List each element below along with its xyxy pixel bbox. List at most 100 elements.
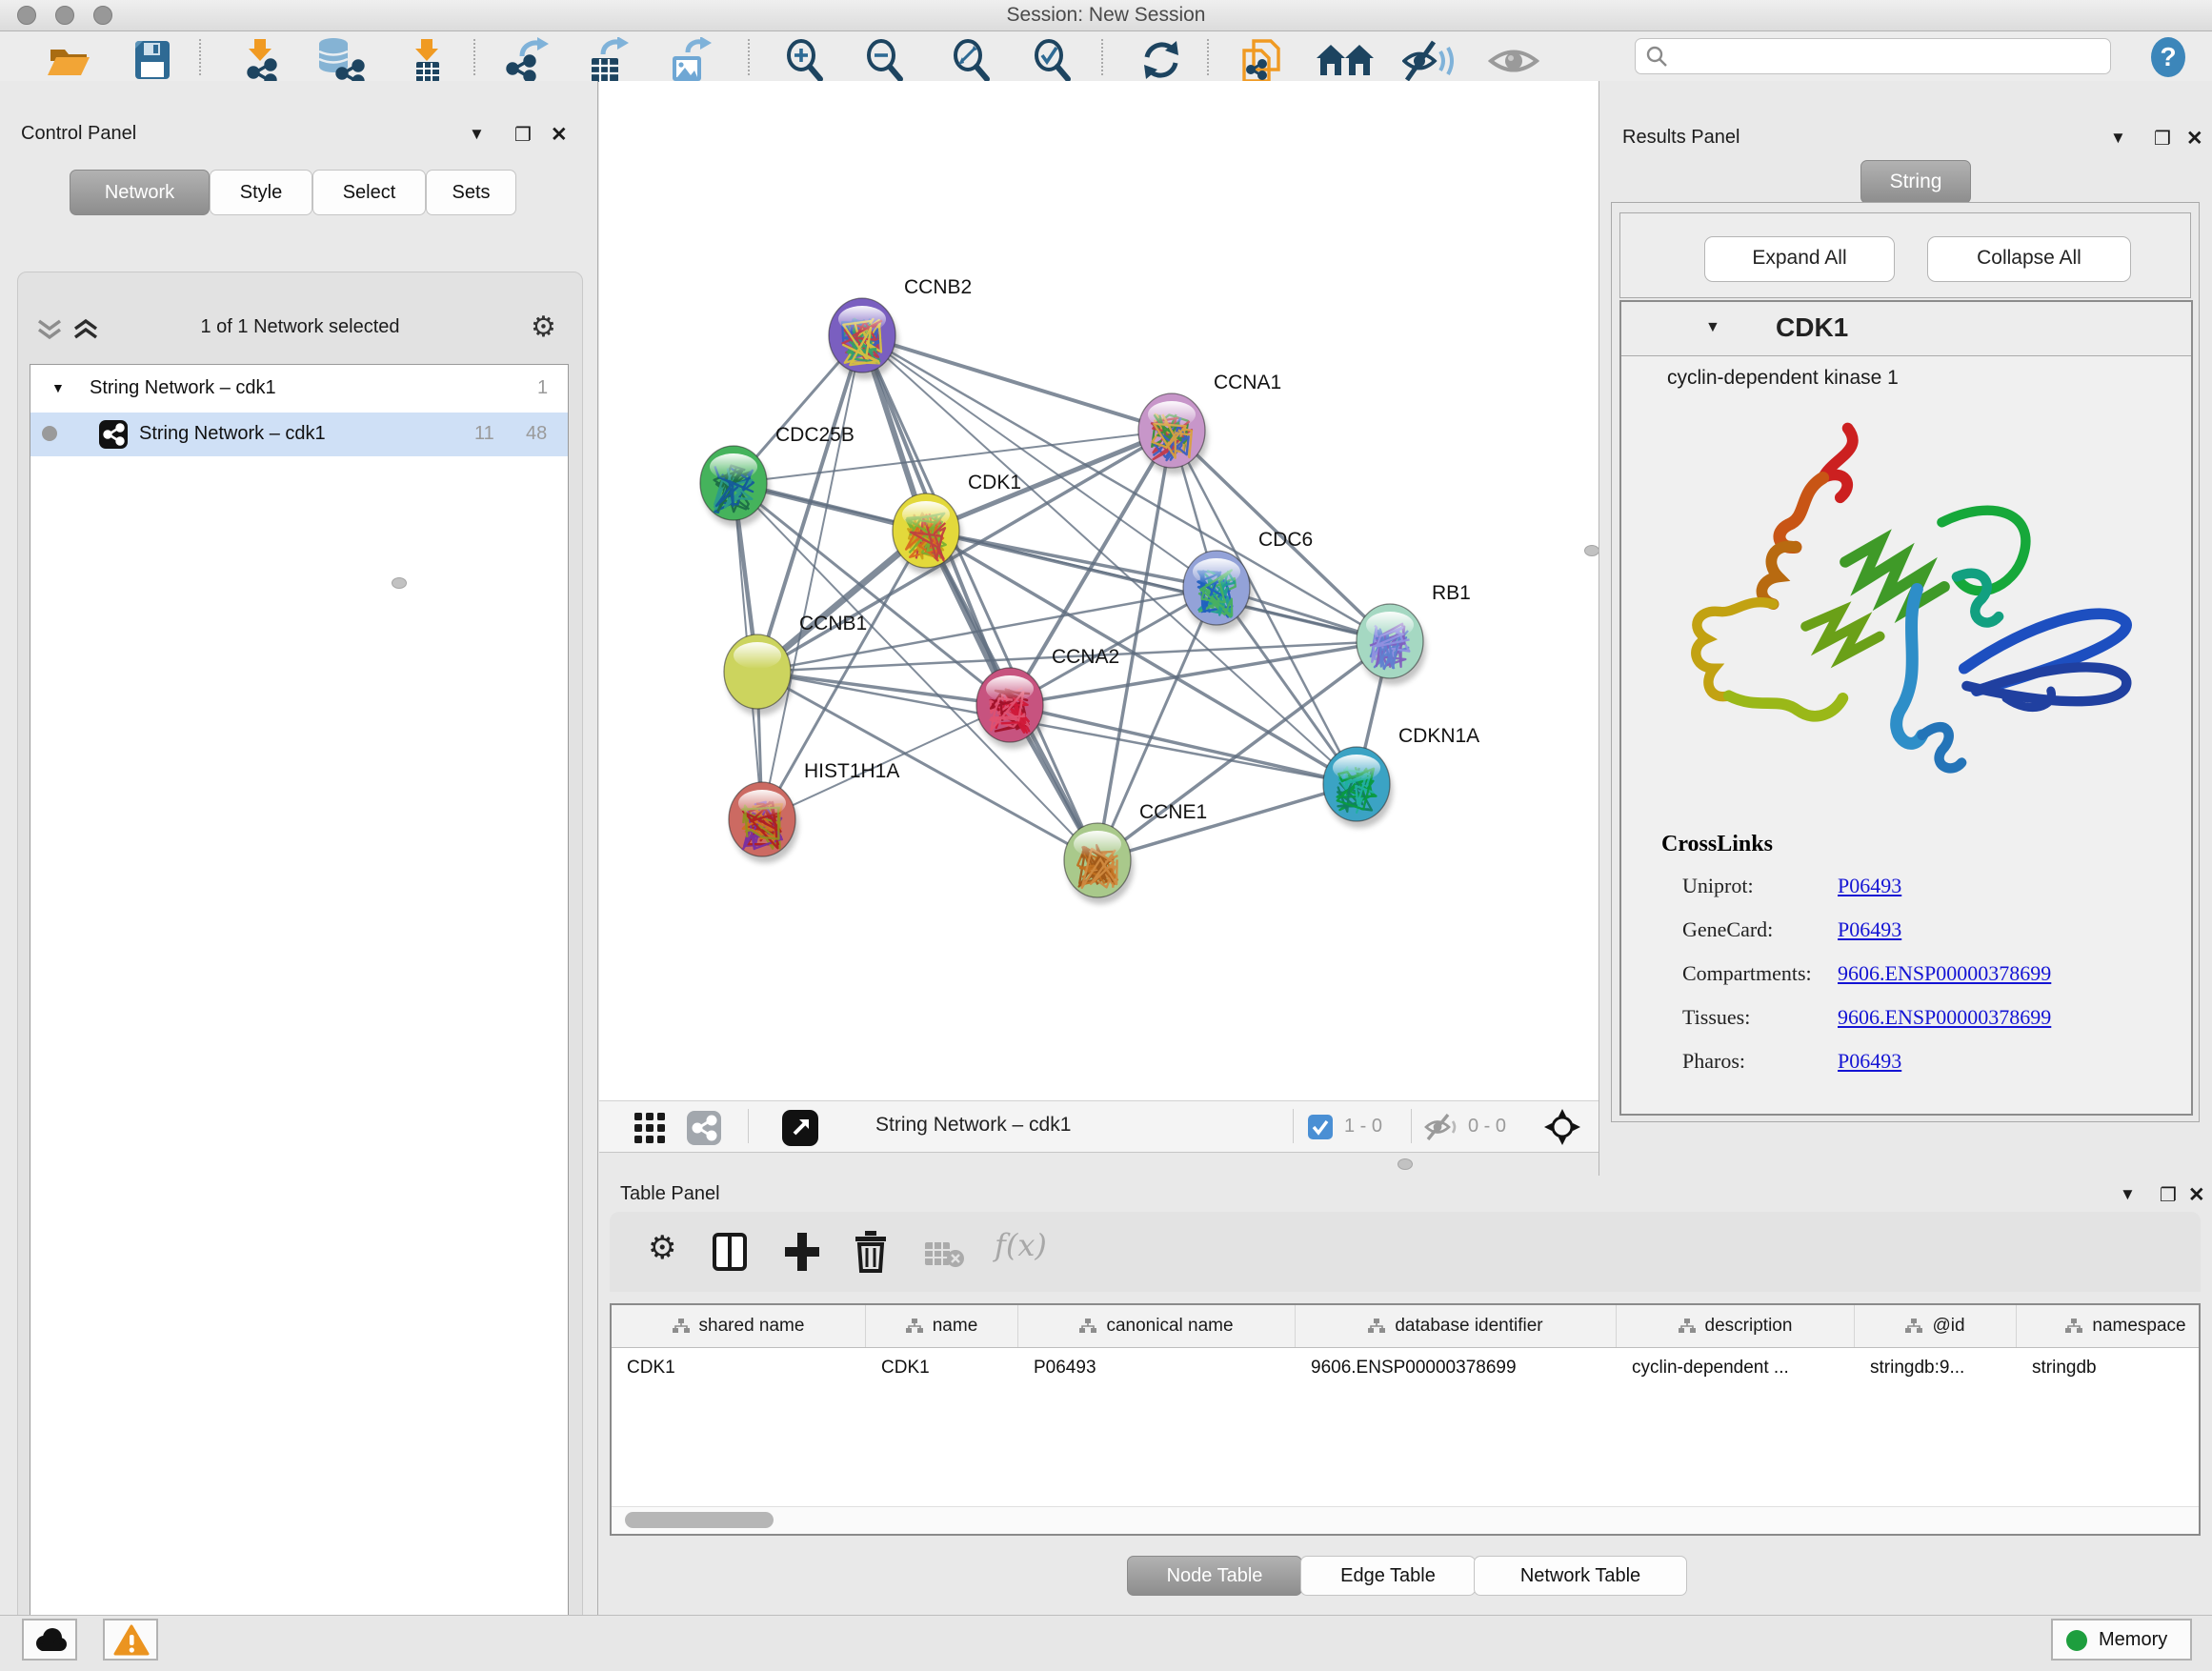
column-header[interactable]: description: [1617, 1305, 1855, 1347]
zoom-selected-icon[interactable]: [1029, 37, 1076, 85]
fit-selected-crosshair-icon[interactable]: [1544, 1109, 1580, 1145]
table-row[interactable]: CDK1 CDK1 P06493 9606.ENSP00000378699 cy…: [612, 1348, 2199, 1388]
column-header[interactable]: canonical name: [1018, 1305, 1296, 1347]
tab-network-table[interactable]: Network Table: [1474, 1556, 1687, 1596]
export-image-icon[interactable]: [665, 37, 714, 83]
network-node-RB1[interactable]: RB1: [1357, 582, 1471, 685]
node-table[interactable]: shared name name canonical name database…: [610, 1303, 2201, 1536]
network-node-CDKN1A[interactable]: CDKN1A: [1323, 725, 1479, 828]
table-panel: Table Panel ▼ ❐ ✕ ⚙: [599, 1176, 2212, 1615]
function-builder-icon[interactable]: f(x): [995, 1227, 1047, 1263]
network-share-icon[interactable]: [687, 1111, 721, 1145]
network-node-CDC25B[interactable]: CDC25B: [700, 424, 855, 527]
crosslinks-title: CrossLinks: [1661, 832, 1773, 857]
crosslink-row: Tissues: 9606.ENSP00000378699: [1682, 1005, 2178, 1049]
crosslink-value[interactable]: 9606.ENSP00000378699: [1838, 1005, 2051, 1030]
network-canvas[interactable]: CCNB2CCNA1CDC25BCDK1CDC6RB1CCNB1CCNA2CDK…: [599, 81, 1599, 1100]
network-node-CCNE1[interactable]: CCNE1: [1064, 801, 1207, 904]
panel-collapse-icon[interactable]: ▼: [469, 125, 485, 144]
panel-close-icon[interactable]: ✕: [551, 123, 568, 147]
panel-float-icon[interactable]: ❐: [514, 123, 532, 147]
tab-sets[interactable]: Sets: [426, 170, 516, 215]
tab-select[interactable]: Select: [312, 170, 426, 215]
open-in-new-window-icon[interactable]: [782, 1110, 818, 1146]
search-box[interactable]: [1635, 38, 2111, 74]
home-icon[interactable]: [1315, 37, 1377, 85]
memory-button[interactable]: Memory: [2051, 1619, 2192, 1661]
crosslink-value[interactable]: 9606.ENSP00000378699: [1838, 961, 2051, 986]
protein-header[interactable]: ▼ CDK1: [1621, 302, 2191, 356]
cloud-tasks-button[interactable]: [22, 1619, 77, 1661]
protein-collapse-icon[interactable]: ▼: [1705, 319, 1720, 336]
cell-id[interactable]: stringdb:9...: [1855, 1358, 2017, 1379]
zoom-fit-content-icon[interactable]: [948, 37, 995, 85]
expand-all-button[interactable]: Expand All: [1704, 236, 1895, 282]
splitter-handle[interactable]: [392, 577, 407, 589]
clear-table-icon[interactable]: [924, 1238, 966, 1269]
tab-string[interactable]: String: [1860, 160, 1971, 204]
hide-selected-icon[interactable]: [1402, 37, 1458, 85]
panel-float-icon[interactable]: ❐: [2154, 127, 2171, 151]
splitter-handle[interactable]: [1398, 1158, 1413, 1170]
cell-database-identifier[interactable]: 9606.ENSP00000378699: [1296, 1358, 1617, 1379]
network-node-CCNA1[interactable]: CCNA1: [1138, 372, 1281, 474]
crosslink-value[interactable]: P06493: [1838, 874, 1901, 898]
table-settings-gear-icon[interactable]: ⚙: [648, 1229, 676, 1267]
create-column-plus-icon[interactable]: [783, 1231, 821, 1273]
panel-float-icon[interactable]: ❐: [2160, 1183, 2177, 1207]
protein-description: cyclin-dependent kinase 1: [1667, 367, 1899, 390]
tab-network[interactable]: Network: [70, 170, 210, 215]
column-header[interactable]: @id: [1855, 1305, 2017, 1347]
network-options-gear-icon[interactable]: ⚙: [531, 311, 556, 344]
tab-node-table[interactable]: Node Table: [1127, 1556, 1302, 1596]
tab-style[interactable]: Style: [210, 170, 312, 215]
network-collection-row[interactable]: ▼ String Network – cdk1 1: [30, 369, 568, 413]
cell-shared-name[interactable]: CDK1: [612, 1358, 866, 1379]
splitter-handle[interactable]: [1584, 545, 1599, 556]
zoom-out-icon[interactable]: [861, 37, 909, 85]
panel-close-icon[interactable]: ✕: [2188, 1183, 2205, 1207]
refresh-icon[interactable]: [1137, 37, 1185, 85]
crosslink-value[interactable]: P06493: [1838, 1049, 1901, 1074]
import-network-icon[interactable]: [235, 37, 285, 83]
copy-network-icon[interactable]: [1238, 37, 1290, 85]
collapse-all-button[interactable]: Collapse All: [1927, 236, 2131, 282]
import-table-icon[interactable]: [402, 37, 452, 83]
string-network-graph[interactable]: CCNB2CCNA1CDC25BCDK1CDC6RB1CCNB1CCNA2CDK…: [599, 81, 1599, 1100]
column-header[interactable]: database identifier: [1296, 1305, 1617, 1347]
network-node-CDC6[interactable]: CDC6: [1183, 529, 1313, 632]
column-type-icon: [2065, 1319, 2082, 1334]
open-file-icon[interactable]: [44, 37, 93, 81]
table-horizontal-scrollbar[interactable]: [612, 1506, 2199, 1534]
tab-edge-table[interactable]: Edge Table: [1300, 1556, 1476, 1596]
export-network-icon[interactable]: [501, 37, 551, 83]
cell-name[interactable]: CDK1: [866, 1358, 1018, 1379]
scrollbar-thumb[interactable]: [625, 1512, 774, 1528]
selected-checkbox-icon[interactable]: [1308, 1115, 1333, 1139]
crosslink-label: Compartments:: [1682, 961, 1812, 986]
import-network-from-database-icon[interactable]: [314, 37, 366, 83]
network-row[interactable]: String Network – cdk1 11 48: [30, 413, 568, 456]
save-session-icon[interactable]: [128, 37, 177, 81]
zoom-in-icon[interactable]: [781, 37, 829, 85]
column-header[interactable]: shared name: [612, 1305, 866, 1347]
cell-canonical-name[interactable]: P06493: [1018, 1358, 1296, 1379]
panel-collapse-icon[interactable]: ▼: [2120, 1185, 2136, 1204]
panel-collapse-icon[interactable]: ▼: [2110, 129, 2126, 148]
column-header[interactable]: name: [866, 1305, 1018, 1347]
search-input[interactable]: [1678, 42, 2101, 70]
panel-close-icon[interactable]: ✕: [2186, 127, 2203, 151]
cell-description[interactable]: cyclin-dependent ...: [1617, 1358, 1855, 1379]
show-all-icon[interactable]: [1488, 37, 1539, 85]
crosslink-value[interactable]: P06493: [1838, 917, 1901, 942]
cell-namespace[interactable]: stringdb: [2017, 1358, 2201, 1379]
export-table-icon[interactable]: [582, 37, 632, 83]
delete-column-trash-icon[interactable]: [854, 1231, 888, 1273]
network-node-HIST1H1A[interactable]: HIST1H1A: [729, 760, 899, 863]
warnings-button[interactable]: [103, 1619, 158, 1661]
help-icon[interactable]: ?: [2149, 36, 2187, 78]
birds-eye-grid-icon[interactable]: [633, 1112, 666, 1144]
show-columns-icon[interactable]: [713, 1233, 747, 1271]
tree-expand-icon[interactable]: ▼: [51, 380, 65, 395]
column-header[interactable]: namespace: [2017, 1305, 2201, 1347]
